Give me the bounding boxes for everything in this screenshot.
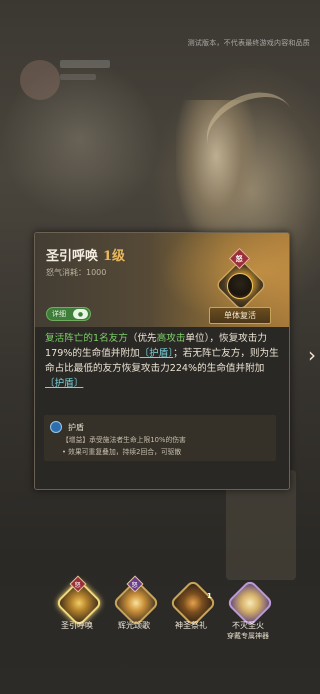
test-version-notice: 测试版本，不代表最终游戏内容和品质 [187,39,310,47]
detail-toggle[interactable]: 详细 ● [46,307,91,321]
skill-description: 复活阵亡的1名友方（优先高攻击单位），恢复攻击力179%的生命值并附加〔护盾〕；… [45,331,281,391]
skill-bar-item-2[interactable]: 怒 辉光颂歌 [109,575,161,642]
skill-bar-item-4[interactable]: 不灭圣火 穿戴专属神器 [223,578,275,642]
skill-bar-label: 神圣祭礼 [175,621,207,630]
desc-text: （优先 [127,333,157,344]
skill-level: 1级 [103,249,126,264]
skill-title: 圣引呼唤 1级 [46,245,125,264]
hero-portrait [20,60,60,100]
skill-bar-sublabel: 穿戴专属神器 [227,632,269,640]
skill-type-tag: 单体复活 [209,307,271,324]
skill-bar-item-1[interactable]: 怒 圣引呼唤 [52,575,104,642]
buff-effect-line: • 效果可重复叠加，持续2回合，可驱散 [62,448,182,456]
hero-name-placeholder [60,60,110,68]
buff-explanation-box: 护盾 【增益】承受施法者生命上限10%的伤害 • 效果可重复叠加，持续2回合，可… [44,415,276,461]
skill-bar-label: 圣引呼唤 [61,621,93,630]
skill-bar: 怒 圣引呼唤 怒 辉光颂歌 1 神圣祭礼 不灭圣火 穿戴专属神器 [52,575,275,642]
next-skill-arrow-icon[interactable]: › [308,345,316,365]
shield-keyword-link[interactable]: 〔护盾〕 [140,348,174,359]
skill-icon-group: 怒 单体复活 [209,247,271,324]
buff-name: 护盾 [68,422,84,432]
skill-detail-card: 圣引呼唤 1级 怒气消耗：1000 详细 ● 怒 单体复活 复活阵亡的1名友方（优… [34,232,290,490]
toggle-knob-icon: ● [73,309,88,319]
skill-name: 圣引呼唤 [46,249,99,264]
desc-highlight: 复活阵亡的1名友方 [45,333,128,344]
shield-keyword-link[interactable]: 〔护盾〕 [45,378,83,389]
rage-cost: 怒气消耗：1000 [46,268,107,277]
summon-emblem-icon [227,273,253,299]
skill-bar-label: 辉光颂歌 [118,621,150,630]
hero-title-placeholder [60,74,96,80]
buff-title: 护盾 [50,421,84,433]
skill-bar-item-3[interactable]: 1 神圣祭礼 [166,578,218,642]
desc-highlight: 高攻击 [156,333,186,344]
buff-effect-line: 【增益】承受施法者生命上限10%的伤害 [62,436,186,444]
skill-card-header: 圣引呼唤 1级 怒气消耗：1000 详细 ● 怒 单体复活 [35,233,289,327]
shield-icon [50,421,62,433]
detail-toggle-label: 详细 [52,310,66,318]
skill-bar-label: 不灭圣火 [232,621,264,630]
skill-count: 1 [207,592,212,600]
